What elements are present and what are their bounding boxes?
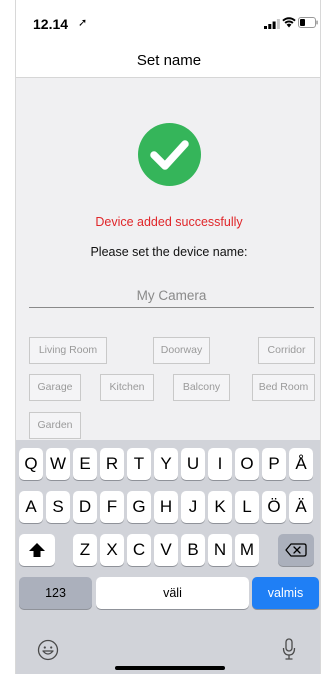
shift-key[interactable]	[19, 534, 55, 566]
battery-icon	[298, 17, 318, 28]
emoji-icon[interactable]	[37, 639, 59, 661]
backspace-icon	[285, 543, 307, 557]
success-message: Device added successfully	[95, 215, 243, 229]
status-time: 12.14	[33, 16, 69, 32]
key-t[interactable]: T	[127, 448, 151, 480]
key-x[interactable]: X	[100, 534, 124, 566]
page-title: Set name	[136, 52, 202, 69]
key-v[interactable]: V	[154, 534, 178, 566]
key-q[interactable]: Q	[19, 448, 43, 480]
key-z[interactable]: Z	[73, 534, 97, 566]
key-l[interactable]: L	[235, 491, 259, 523]
preset-doorway[interactable]: Doorway	[153, 337, 210, 364]
preset-living-room[interactable]: Living Room	[29, 337, 107, 364]
key-s[interactable]: S	[46, 491, 70, 523]
navigation-bar: Set name	[16, 44, 320, 78]
numbers-key[interactable]: 123	[19, 577, 92, 609]
check-circle-icon	[138, 123, 201, 186]
space-key[interactable]: väli	[96, 577, 249, 609]
key-w[interactable]: W	[46, 448, 70, 480]
key-u[interactable]: U	[181, 448, 205, 480]
shift-arrow-icon	[29, 543, 45, 557]
key-n[interactable]: N	[208, 534, 232, 566]
key-d[interactable]: D	[73, 491, 97, 523]
key-b[interactable]: B	[181, 534, 205, 566]
microphone-icon[interactable]	[282, 638, 296, 662]
done-key[interactable]: valmis	[252, 577, 319, 609]
preset-kitchen[interactable]: Kitchen	[100, 374, 154, 401]
key-f[interactable]: F	[100, 491, 124, 523]
key-j[interactable]: J	[181, 491, 205, 523]
key-a-umlaut[interactable]: Ä	[289, 491, 313, 523]
key-y[interactable]: Y	[154, 448, 178, 480]
key-m[interactable]: M	[235, 534, 259, 566]
device-name-input[interactable]	[29, 284, 314, 308]
preset-bed-room[interactable]: Bed Room	[252, 374, 315, 401]
key-o-umlaut[interactable]: Ö	[262, 491, 286, 523]
preset-garden[interactable]: Garden	[29, 412, 81, 439]
key-a-ring[interactable]: Å	[289, 448, 313, 480]
key-i[interactable]: I	[208, 448, 232, 480]
status-bar: 12.14 ➚	[16, 0, 320, 44]
key-g[interactable]: G	[127, 491, 151, 523]
preset-garage[interactable]: Garage	[29, 374, 81, 401]
location-arrow-icon: ➚	[78, 17, 88, 29]
preset-balcony[interactable]: Balcony	[173, 374, 230, 401]
home-indicator	[115, 666, 225, 670]
key-p[interactable]: P	[262, 448, 286, 480]
key-r[interactable]: R	[100, 448, 124, 480]
keyboard: Q W E R T Y U I O P Å A S D F G H J K L …	[16, 440, 320, 674]
key-c[interactable]: C	[127, 534, 151, 566]
backspace-key[interactable]	[278, 534, 314, 566]
device-name-prompt: Please set the device name:	[90, 245, 248, 259]
key-a[interactable]: A	[19, 491, 43, 523]
preset-corridor[interactable]: Corridor	[258, 337, 315, 364]
key-h[interactable]: H	[154, 491, 178, 523]
phone-screen: 12.14 ➚ Set name Device added successful…	[15, 0, 321, 674]
key-e[interactable]: E	[73, 448, 97, 480]
key-k[interactable]: K	[208, 491, 232, 523]
key-o[interactable]: O	[235, 448, 259, 480]
signal-icon	[264, 19, 280, 29]
wifi-icon	[282, 17, 296, 28]
